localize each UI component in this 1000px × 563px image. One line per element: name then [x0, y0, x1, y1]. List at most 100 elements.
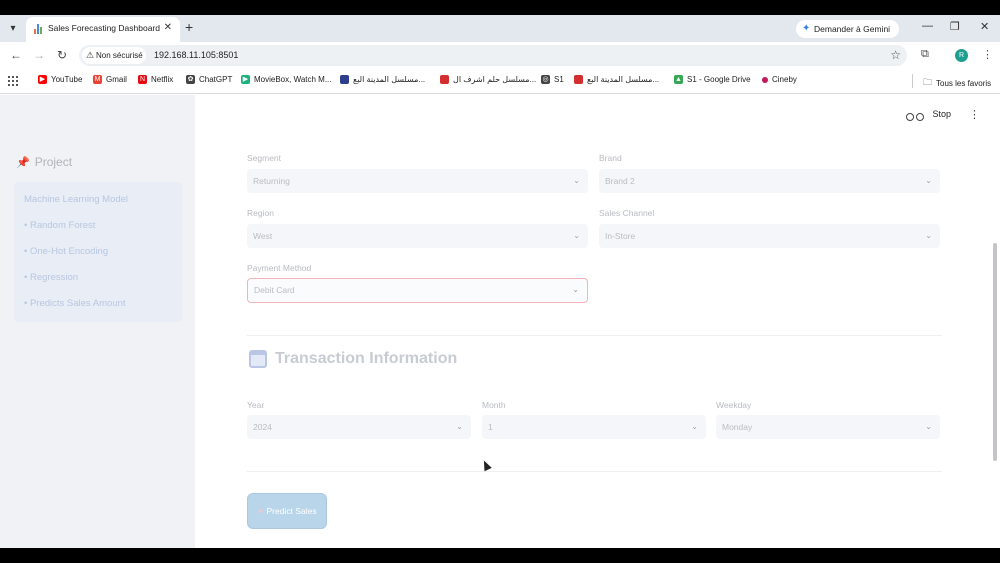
all-bookmarks-folder[interactable]: 🗀 Tous les favoris	[923, 75, 991, 91]
sidebar-title: 📌 Project	[16, 155, 72, 169]
omnibox[interactable]: ⚠ Non sécurisé 192.168.11.105:8501 ☆	[79, 45, 907, 66]
bookmark-s1[interactable]: ◎ S1	[541, 75, 564, 84]
transaction-title-text: Transaction Information	[275, 350, 458, 367]
brand-select[interactable]: Brand 2 ⌄	[599, 169, 940, 193]
sparkle-icon: ✦	[257, 507, 265, 516]
security-label: Non sécurisé	[96, 51, 143, 60]
month-label: Month	[482, 400, 506, 410]
payment-method-value: Debit Card	[254, 285, 295, 295]
payment-method-label: Payment Method	[247, 263, 312, 273]
globe-icon: ◎	[541, 75, 550, 84]
chevron-down-icon: ⌄	[572, 285, 579, 294]
section-divider	[247, 335, 942, 336]
region-label: Region	[247, 208, 274, 218]
chevron-down-icon: ⌄	[456, 422, 463, 431]
netflix-icon: N	[138, 75, 147, 84]
sidebar-line: • Predicts Sales Amount	[24, 298, 126, 309]
weekday-value: Monday	[722, 422, 753, 432]
bookmark-moviebox[interactable]: ▶ MovieBox, Watch M...	[241, 75, 332, 84]
address-toolbar: ← → ↻ ⚠ Non sécurisé 192.168.11.105:8501…	[0, 42, 1000, 69]
apps-grid-icon[interactable]	[8, 76, 18, 86]
region-select[interactable]: West ⌄	[247, 224, 588, 248]
sales-channel-select[interactable]: In-Store ⌄	[599, 224, 940, 248]
youtube-icon: ▶	[38, 75, 47, 84]
new-tab-plus-icon[interactable]: +	[185, 19, 193, 35]
section-divider	[247, 471, 942, 472]
tab-sales-forecasting[interactable]: Sales Forecasting Dashboard ✕	[26, 17, 180, 42]
chevron-down-icon: ⌄	[691, 422, 698, 431]
main-content: Stop ⋮ Segment Returning ⌄ Brand Brand 2…	[195, 95, 1000, 548]
bookmark-label: Cineby	[772, 75, 797, 84]
bookmark-series-1[interactable]: مسلسل المدينة البع...	[340, 75, 425, 84]
weekday-label: Weekday	[716, 400, 752, 410]
tab-strip: ▾ Sales Forecasting Dashboard ✕ + ✦ Dema…	[0, 15, 1000, 42]
sidebar-line: • One-Hot Encoding	[24, 246, 109, 257]
browser-menu-icon[interactable]: ⋮	[982, 48, 993, 61]
chatgpt-icon: ✿	[186, 75, 195, 84]
bookmarks-bar: ▶ YouTube M Gmail N Netflix ✿ ChatGPT ▶ Movie…	[0, 69, 1000, 94]
bookmark-series-3[interactable]: مسلسل المدينة البع...	[574, 75, 659, 84]
minimize-icon[interactable]: —	[922, 20, 933, 32]
cineby-icon	[762, 76, 768, 83]
bookmark-chatgpt[interactable]: ✿ ChatGPT	[186, 75, 232, 84]
reload-icon[interactable]: ↻	[57, 48, 67, 62]
sidebar-line: Machine Learning Model	[24, 194, 129, 205]
gemini-label: Demander à Gemini	[814, 24, 891, 34]
bookmark-star-icon[interactable]: ☆	[890, 48, 901, 62]
bookmark-label: Gmail	[106, 75, 127, 84]
extensions-puzzle-icon[interactable]: ⧉	[921, 48, 929, 61]
year-select[interactable]: 2024 ⌄	[247, 415, 471, 439]
bookmark-google-drive[interactable]: ▲ S1 - Google Drive	[674, 75, 751, 84]
brand-label: Brand	[599, 153, 622, 163]
series-icon	[574, 75, 583, 84]
forward-arrow-icon[interactable]: →	[33, 48, 45, 62]
app-menu-icon[interactable]: ⋮	[969, 108, 980, 121]
bookmark-youtube[interactable]: ▶ YouTube	[38, 75, 82, 84]
sidebar-info-card: Machine Learning Model • Random Forest •…	[14, 182, 182, 322]
segment-value: Returning	[253, 176, 290, 186]
chevron-down-icon: ⌄	[925, 422, 932, 431]
browser-window: ▾ Sales Forecasting Dashboard ✕ + ✦ Dema…	[0, 15, 1000, 548]
bookmark-label: مسلسل المدينة البع...	[353, 75, 426, 84]
bookmark-label: مسلسل المدينة البع...	[587, 75, 660, 84]
chevron-down-icon: ⌄	[573, 176, 580, 185]
region-value: West	[253, 231, 273, 241]
moviebox-icon: ▶	[241, 75, 250, 84]
window-close-icon[interactable]: ✕	[980, 20, 989, 33]
gemini-sparkle-icon: ✦	[802, 23, 811, 34]
payment-method-select[interactable]: Debit Card ⌄	[247, 278, 588, 303]
sidebar-line: • Random Forest	[24, 220, 96, 231]
chevron-down-icon: ⌄	[573, 231, 580, 240]
bookmark-gmail[interactable]: M Gmail	[93, 75, 127, 84]
predict-sales-label: Predict Sales	[266, 506, 317, 516]
weekday-select[interactable]: Monday ⌄	[716, 415, 940, 439]
bookmark-label: ChatGPT	[199, 75, 233, 84]
url-text[interactable]: 192.168.11.105:8501	[154, 50, 238, 60]
bookmark-label: Netflix	[151, 75, 174, 84]
sales-channel-label: Sales Channel	[599, 208, 655, 218]
predict-sales-button[interactable]: ✦ Predict Sales	[247, 493, 327, 529]
sidebar-title-text: Project	[34, 155, 73, 169]
restore-icon[interactable]: ❐	[950, 20, 960, 33]
warning-triangle-icon: ⚠	[86, 50, 95, 60]
security-chip[interactable]: ⚠ Non sécurisé	[82, 47, 146, 64]
month-value: 1	[488, 422, 493, 432]
back-arrow-icon[interactable]: ←	[10, 48, 22, 62]
bookmark-cineby[interactable]: Cineby	[762, 75, 797, 84]
close-icon[interactable]: ✕	[164, 22, 172, 33]
bookmark-netflix[interactable]: N Netflix	[138, 75, 173, 84]
chevron-down-icon: ⌄	[925, 176, 932, 185]
folder-icon: 🗀	[923, 77, 933, 87]
month-select[interactable]: 1 ⌄	[482, 415, 706, 439]
bookmark-series-2[interactable]: مسلسل حلم اشرف ال...	[440, 75, 536, 84]
chevron-down-icon: ⌄	[925, 231, 932, 240]
tab-search-chevron-icon[interactable]: ▾	[5, 21, 21, 37]
bookmark-label: S1 - Google Drive	[687, 75, 751, 84]
page-scrollbar[interactable]	[993, 243, 997, 461]
year-label: Year	[247, 400, 265, 410]
profile-avatar[interactable]: R	[955, 49, 968, 62]
segment-select[interactable]: Returning ⌄	[247, 169, 588, 193]
stop-button[interactable]: Stop	[932, 109, 951, 119]
gemini-button[interactable]: ✦ Demander à Gemini	[796, 20, 899, 38]
bicycle-icon	[906, 107, 925, 121]
